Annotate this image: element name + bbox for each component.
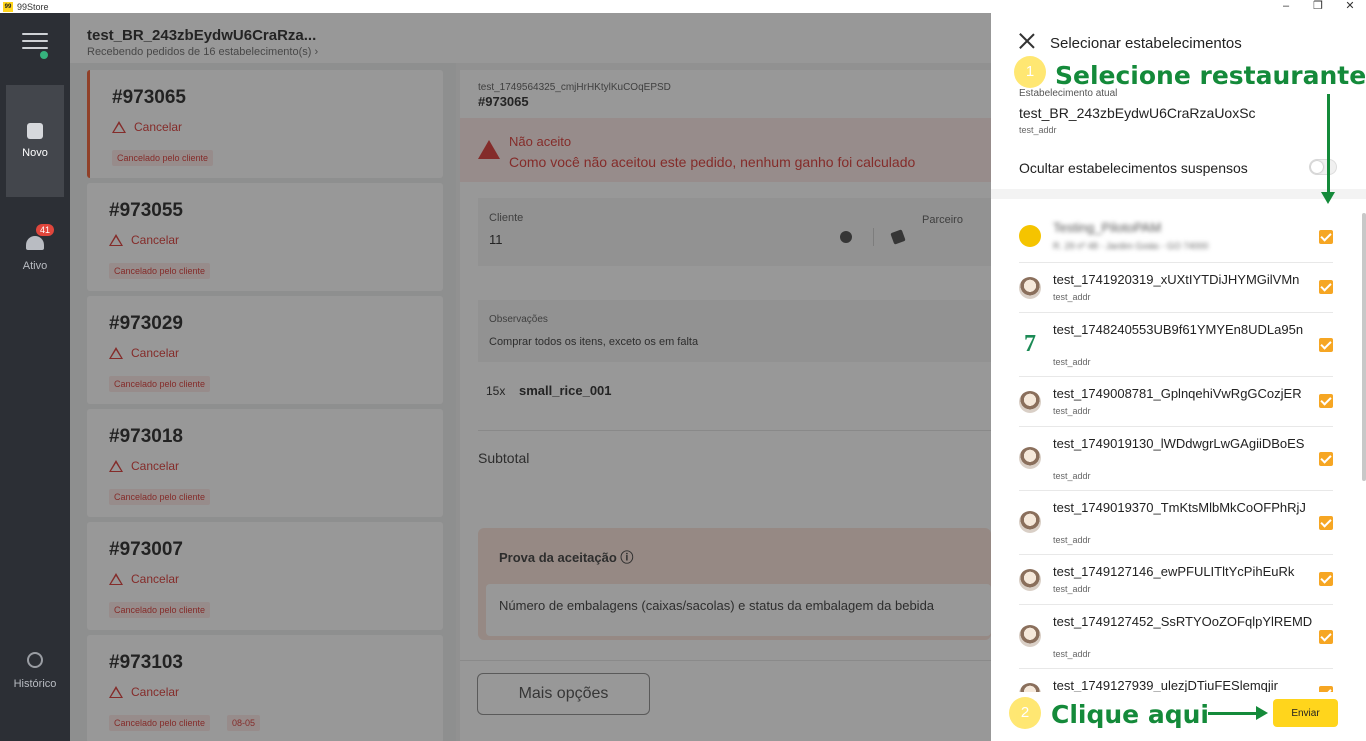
clock-icon — [27, 652, 43, 668]
close-icon[interactable] — [1018, 32, 1036, 50]
store-row[interactable]: Testing_PilotoPAM R. 29 nº 48 - Jardim G… — [1019, 211, 1333, 263]
store-avatar — [1019, 625, 1041, 647]
window-controls: – ❐ ✕ — [1270, 0, 1366, 12]
modal-overlay[interactable] — [70, 13, 991, 741]
arrow-right-icon — [1208, 706, 1268, 720]
current-store-addr: test_addr — [1019, 125, 1057, 135]
store-row[interactable]: test_1749127939_ulezjDTiuFESlemqjir test… — [1019, 669, 1333, 692]
store-addr: test_addr — [1053, 292, 1091, 302]
store-row[interactable]: 7 test_1748240553UB9f61YMYEn8UDLa95n tes… — [1019, 313, 1333, 377]
nav-item-ativo[interactable]: 41 Ativo — [6, 198, 64, 310]
store-checkbox[interactable] — [1319, 516, 1333, 530]
menu-icon[interactable] — [22, 33, 48, 59]
drawer-title: Selecionar estabelecimentos — [1050, 35, 1242, 52]
store-name: Testing_PilotoPAM — [1053, 220, 1162, 235]
store-name: test_1749008781_GplnqehiVwRgGCozjER — [1053, 386, 1302, 401]
nav-item-historico[interactable]: Histórico — [6, 615, 64, 727]
store-row[interactable]: test_1749019130_lWDdwgrLwGAgiiDBoES test… — [1019, 427, 1333, 491]
left-nav: Novo 41 Ativo Histórico — [0, 13, 70, 741]
store-name: test_1749127939_ulezjDTiuFESlemqjir — [1053, 678, 1278, 692]
restore-button[interactable]: ❐ — [1302, 0, 1334, 12]
store-list-scrollbar[interactable] — [1362, 213, 1366, 481]
nav-label: Ativo — [22, 260, 48, 272]
window-title: 99Store — [17, 1, 49, 12]
store-avatar — [1019, 683, 1041, 692]
store-avatar — [1019, 391, 1041, 413]
store-row[interactable]: test_1749008781_GplnqehiVwRgGCozjER test… — [1019, 377, 1333, 427]
store-checkbox[interactable] — [1319, 230, 1333, 244]
store-avatar — [1019, 447, 1041, 469]
store-avatar — [1019, 277, 1041, 299]
store-checkbox[interactable] — [1319, 394, 1333, 408]
store-row[interactable]: test_1749127146_ewPFULITltYcPihEuRk test… — [1019, 555, 1333, 605]
store-checkbox[interactable] — [1319, 280, 1333, 294]
store-name: test_1749019370_TmKtsMlbMkCoOFPhRjJ — [1053, 500, 1306, 515]
store-addr: test_addr — [1053, 357, 1091, 367]
bell-icon: 41 — [26, 224, 55, 250]
store-name: test_1741920319_xUXtIYTDiJHYMGilVMn — [1053, 272, 1300, 287]
nav-label: Novo — [22, 147, 48, 159]
store-list: Testing_PilotoPAM R. 29 nº 48 - Jardim G… — [991, 199, 1366, 692]
store-avatar: 7 — [1024, 331, 1036, 357]
store-checkbox[interactable] — [1319, 452, 1333, 466]
store-addr: test_addr — [1053, 535, 1091, 545]
step-2-marker: 2 — [1009, 697, 1041, 729]
step-1-marker: 1 — [1014, 56, 1046, 88]
store-addr: R. 29 nº 48 - Jardim Goiás - GO 74000 — [1053, 241, 1209, 251]
store-avatar — [1019, 511, 1041, 533]
minimize-button[interactable]: – — [1270, 0, 1302, 12]
store-avatar — [1019, 569, 1041, 591]
store-row[interactable]: test_1749127452_SsRTYOoZOFqlpYlREMD test… — [1019, 605, 1333, 669]
nav-item-novo[interactable]: Novo — [6, 85, 64, 197]
arrow-down-icon — [1321, 94, 1335, 204]
close-window-button[interactable]: ✕ — [1334, 0, 1366, 12]
store-name: test_1749127146_ewPFULITltYcPihEuRk — [1053, 564, 1295, 579]
store-row[interactable]: test_1741920319_xUXtIYTDiJHYMGilVMn test… — [1019, 263, 1333, 313]
hide-suspended-label: Ocultar estabelecimentos suspensos — [1019, 160, 1248, 176]
window-titlebar: 99 99Store – ❐ ✕ — [0, 0, 1366, 13]
store-name: test_1749127452_SsRTYOoZOFqlpYlREMD — [1053, 614, 1313, 629]
hide-suspended-toggle[interactable] — [1309, 159, 1337, 175]
app-logo-icon: 99 — [3, 1, 13, 12]
store-addr: test_addr — [1053, 471, 1091, 481]
store-addr: test_addr — [1053, 649, 1091, 659]
store-checkbox[interactable] — [1319, 572, 1333, 586]
store-checkbox[interactable] — [1319, 338, 1333, 352]
store-addr: test_addr — [1053, 584, 1091, 594]
current-store-name: test_BR_243zbEydwU6CraRzaUoxSc — [1019, 105, 1256, 121]
divider — [991, 189, 1366, 199]
select-stores-drawer: Selecionar estabelecimentos Estabelecime… — [991, 13, 1366, 741]
online-status-dot — [40, 51, 48, 59]
store-checkbox[interactable] — [1319, 630, 1333, 644]
active-count-badge: 41 — [36, 224, 55, 236]
store-addr: test_addr — [1053, 406, 1091, 416]
step-2-text: Clique aqui — [1051, 700, 1209, 729]
store-row[interactable]: test_1749019370_TmKtsMlbMkCoOFPhRjJ test… — [1019, 491, 1333, 555]
store-name: test_1748240553UB9f61YMYEn8UDLa95n — [1053, 322, 1304, 337]
nav-label: Histórico — [13, 678, 57, 690]
store-name: test_1749019130_lWDdwgrLwGAgiiDBoES — [1053, 436, 1305, 451]
new-orders-icon — [27, 123, 43, 139]
step-1-text: Selecione restaurantes — [1055, 61, 1366, 90]
store-avatar — [1019, 225, 1041, 247]
send-button[interactable]: Enviar — [1273, 699, 1338, 727]
